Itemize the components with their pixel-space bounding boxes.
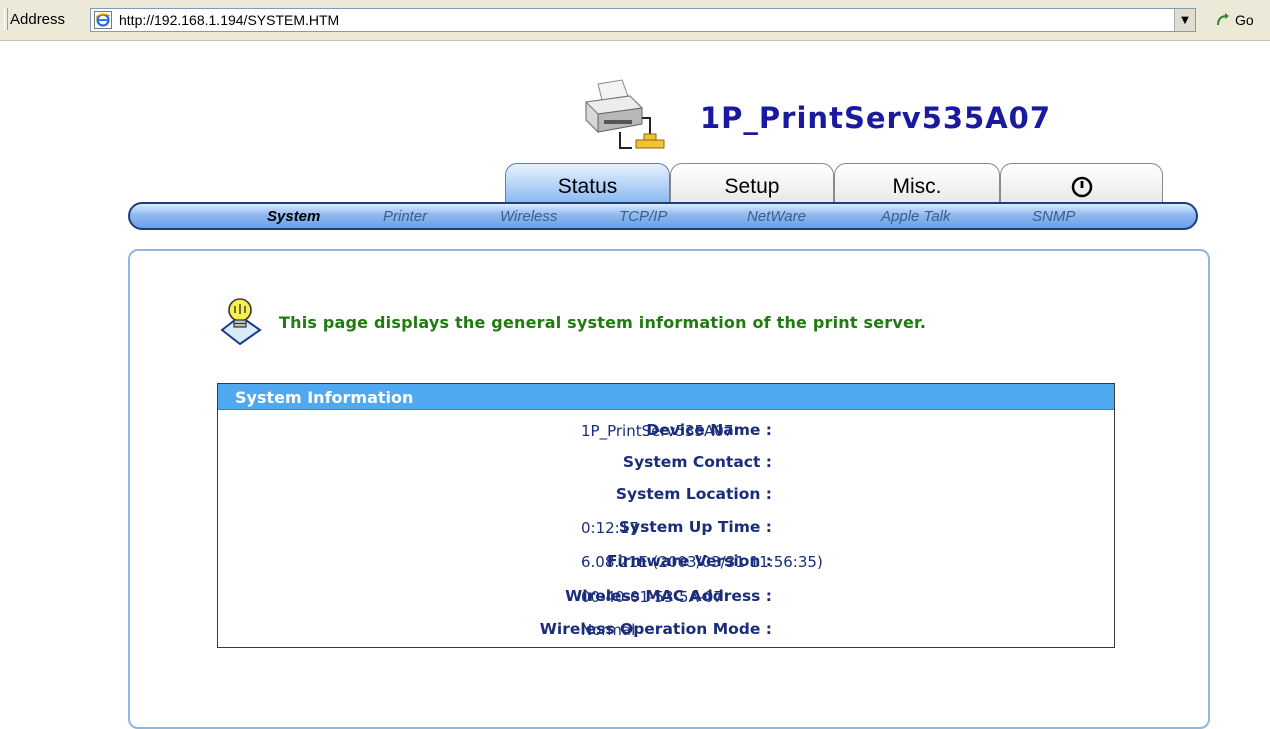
row-label: System Up Time :: [618, 518, 772, 536]
power-icon: [1071, 176, 1092, 197]
go-label: Go: [1235, 12, 1254, 28]
subnav-wireless[interactable]: Wireless: [500, 208, 557, 225]
table-row: System Up Time : 0:12:17: [218, 515, 1114, 541]
tab-misc[interactable]: Misc.: [834, 163, 1000, 207]
tab-setup-label: Setup: [724, 174, 780, 198]
subnav-printer[interactable]: Printer: [383, 208, 427, 225]
table-row: Wireless MAC Address : 00-40-01-53-5A-07: [218, 584, 1114, 610]
ie-page-icon: [94, 11, 112, 29]
system-info-table: System Information Device Name : 1P_Prin…: [217, 383, 1115, 648]
subnav-tcpip[interactable]: TCP/IP: [619, 208, 667, 225]
address-bar: Address http://192.168.1.194/SYSTEM.HTM …: [0, 0, 1270, 41]
address-dropdown-button[interactable]: ▼: [1174, 9, 1195, 31]
row-value: Normal: [581, 621, 636, 639]
table-row: Wireless Operation Mode : Normal: [218, 617, 1114, 643]
row-label: Wireless Operation Mode :: [539, 620, 772, 638]
address-field[interactable]: http://192.168.1.194/SYSTEM.HTM ▼: [90, 8, 1196, 32]
row-value: 6.08.21E (2003/03/31 11:56:35): [581, 553, 823, 571]
row-value: 1P_PrintServ535A07: [581, 422, 734, 440]
tab-misc-label: Misc.: [892, 174, 942, 198]
lightbulb-tip-icon: [220, 298, 262, 346]
subnav-netware[interactable]: NetWare: [747, 208, 806, 225]
table-row: Device Name : 1P_PrintServ535A07: [218, 418, 1114, 444]
tab-logout[interactable]: [1000, 163, 1163, 207]
sub-navigation: System Printer Wireless TCP/IP NetWare A…: [128, 202, 1198, 230]
table-row: Firmware Version : 6.08.21E (2003/03/31 …: [218, 549, 1114, 575]
printer-server-icon: [584, 79, 665, 149]
subnav-snmp[interactable]: SNMP: [1032, 208, 1075, 225]
row-label: System Location :: [615, 485, 772, 503]
table-row: System Contact :: [218, 450, 1114, 476]
address-label: Address: [10, 11, 66, 28]
table-row: System Location :: [218, 482, 1114, 508]
subnav-appletalk[interactable]: Apple Talk: [881, 208, 951, 225]
chevron-down-icon: ▼: [1181, 14, 1189, 26]
tab-setup[interactable]: Setup: [670, 163, 834, 207]
section-title: System Information: [218, 384, 1114, 410]
page-description: This page displays the general system in…: [279, 313, 927, 332]
go-arrow-icon: [1217, 13, 1229, 26]
subnav-system[interactable]: System: [267, 208, 320, 225]
go-button[interactable]: Go: [1214, 9, 1254, 31]
tab-status[interactable]: Status: [505, 163, 670, 207]
row-label: System Contact :: [622, 453, 772, 471]
toolbar-grip[interactable]: [4, 8, 8, 30]
address-url[interactable]: http://192.168.1.194/SYSTEM.HTM: [119, 12, 339, 28]
row-value: 0:12:17: [581, 519, 639, 537]
row-value: 00-40-01-53-5A-07: [581, 588, 723, 606]
tab-status-label: Status: [557, 174, 618, 198]
device-title: 1P_PrintServ535A07: [700, 101, 1052, 135]
